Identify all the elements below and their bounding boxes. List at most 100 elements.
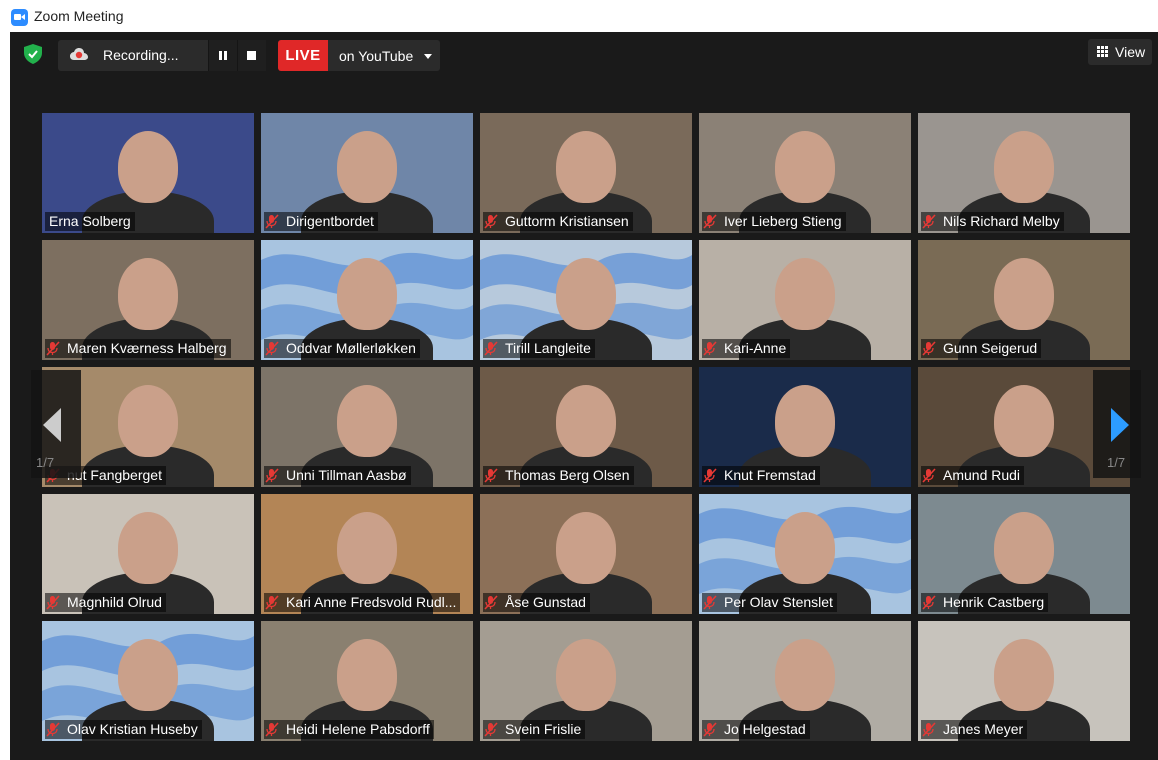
participant-name: Jo Helgestad [702, 720, 810, 739]
muted-mic-icon [484, 214, 498, 229]
participant-tile[interactable]: Knut Fremstad [699, 367, 911, 487]
muted-mic-icon [703, 214, 717, 229]
participant-face [337, 639, 397, 711]
participant-face [337, 131, 397, 203]
participant-face [118, 512, 178, 584]
participant-face [556, 639, 616, 711]
muted-mic-icon [46, 722, 60, 737]
participant-name: Oddvar Møllerløkken [264, 339, 420, 358]
participant-tile[interactable]: Iver Lieberg Stieng [699, 113, 911, 233]
participant-name: Maren Kværness Halberg [45, 339, 231, 358]
participant-name: Amund Rudi [921, 466, 1025, 485]
page-indicator-left: 1/7 [36, 455, 55, 470]
participant-tile[interactable]: Nils Richard Melby [918, 113, 1130, 233]
participant-face [775, 512, 835, 584]
view-label: View [1115, 44, 1146, 60]
participant-face [556, 385, 616, 457]
participant-tile[interactable]: Janes Meyer [918, 621, 1130, 741]
participant-face [556, 131, 616, 203]
muted-mic-icon [484, 341, 498, 356]
muted-mic-icon [922, 468, 936, 483]
participant-tile[interactable]: Olav Kristian Huseby [42, 621, 254, 741]
participant-tile[interactable]: Unni Tillman Aasbø [261, 367, 473, 487]
participant-name: Knut Fremstad [702, 466, 820, 485]
muted-mic-icon [922, 595, 936, 610]
participant-face [337, 258, 397, 330]
participant-face [994, 258, 1054, 330]
participant-tile[interactable]: Maren Kværness Halberg [42, 240, 254, 360]
muted-mic-icon [922, 214, 936, 229]
participant-face [775, 385, 835, 457]
participant-name: Iver Lieberg Stieng [702, 212, 846, 231]
recording-indicator: Recording... [58, 40, 266, 71]
muted-mic-icon [922, 722, 936, 737]
caret-down-icon [424, 54, 432, 59]
participant-name: Erna Solberg [45, 212, 135, 231]
meeting-area: Recording... LIVE on YouTube View Erna S… [10, 32, 1158, 760]
muted-mic-icon [265, 214, 279, 229]
participant-face [118, 385, 178, 457]
participant-name: Tirill Langleite [483, 339, 595, 358]
participant-tile[interactable]: Dirigentbordet [261, 113, 473, 233]
participant-name: Heidi Helene Pabsdorff [264, 720, 434, 739]
participant-face [994, 512, 1054, 584]
participant-face [556, 258, 616, 330]
participant-name: Dirigentbordet [264, 212, 378, 231]
participant-face [337, 385, 397, 457]
participant-name: Unni Tillman Aasbø [264, 466, 411, 485]
muted-mic-icon [484, 722, 498, 737]
participant-tile[interactable]: Henrik Castberg [918, 494, 1130, 614]
participant-face [118, 131, 178, 203]
stream-target-label: on YouTube [339, 48, 414, 64]
recording-label: Recording... [103, 47, 179, 63]
next-page-button[interactable]: 1/7 [1093, 370, 1141, 478]
participant-name: Kari Anne Fredsvold Rudl... [264, 593, 461, 612]
muted-mic-icon [484, 468, 498, 483]
participant-name: Guttorm Kristiansen [483, 212, 633, 231]
view-button[interactable]: View [1088, 39, 1152, 65]
participant-name: Per Olav Stenslet [702, 593, 837, 612]
muted-mic-icon [265, 341, 279, 356]
muted-mic-icon [265, 468, 279, 483]
participant-name: Thomas Berg Olsen [483, 466, 634, 485]
participant-tile[interactable]: Guttorm Kristiansen [480, 113, 692, 233]
participant-name: Gunn Seigerud [921, 339, 1042, 358]
muted-mic-icon [922, 341, 936, 356]
previous-page-button[interactable]: 1/7 [31, 370, 81, 478]
participant-tile[interactable]: Gunn Seigerud [918, 240, 1130, 360]
participant-tile[interactable]: Jo Helgestad [699, 621, 911, 741]
participant-tile[interactable]: Kari-Anne [699, 240, 911, 360]
security-shield-icon[interactable] [24, 44, 42, 64]
stream-target-dropdown[interactable]: on YouTube [328, 40, 440, 71]
zoom-app-icon [11, 9, 28, 26]
participant-name: Olav Kristian Huseby [45, 720, 202, 739]
muted-mic-icon [703, 341, 717, 356]
participant-name: Åse Gunstad [483, 593, 590, 612]
muted-mic-icon [484, 595, 498, 610]
participant-tile[interactable]: Svein Frislie [480, 621, 692, 741]
live-badge[interactable]: LIVE [278, 40, 328, 71]
participant-tile[interactable]: Tirill Langleite [480, 240, 692, 360]
participant-tile[interactable]: Erna Solberg [42, 113, 254, 233]
participant-tile[interactable]: Kari Anne Fredsvold Rudl... [261, 494, 473, 614]
participant-tile[interactable]: Åse Gunstad [480, 494, 692, 614]
participant-name: Magnhild Olrud [45, 593, 166, 612]
participant-face [775, 258, 835, 330]
participant-tile[interactable]: Thomas Berg Olsen [480, 367, 692, 487]
grid-icon [1097, 46, 1108, 57]
participant-tile[interactable]: Per Olav Stenslet [699, 494, 911, 614]
participant-name: Svein Frislie [483, 720, 586, 739]
participant-face [994, 131, 1054, 203]
participant-face [775, 639, 835, 711]
participant-tile[interactable]: Magnhild Olrud [42, 494, 254, 614]
participant-face [775, 131, 835, 203]
muted-mic-icon [46, 595, 60, 610]
participant-tile[interactable]: Heidi Helene Pabsdorff [261, 621, 473, 741]
participant-face [994, 639, 1054, 711]
participant-tile[interactable]: Oddvar Møllerløkken [261, 240, 473, 360]
page-indicator-right: 1/7 [1107, 455, 1126, 470]
pause-recording-button[interactable] [208, 40, 237, 71]
chevron-right-icon [1111, 408, 1129, 442]
stop-recording-button[interactable] [237, 40, 266, 71]
muted-mic-icon [46, 341, 60, 356]
